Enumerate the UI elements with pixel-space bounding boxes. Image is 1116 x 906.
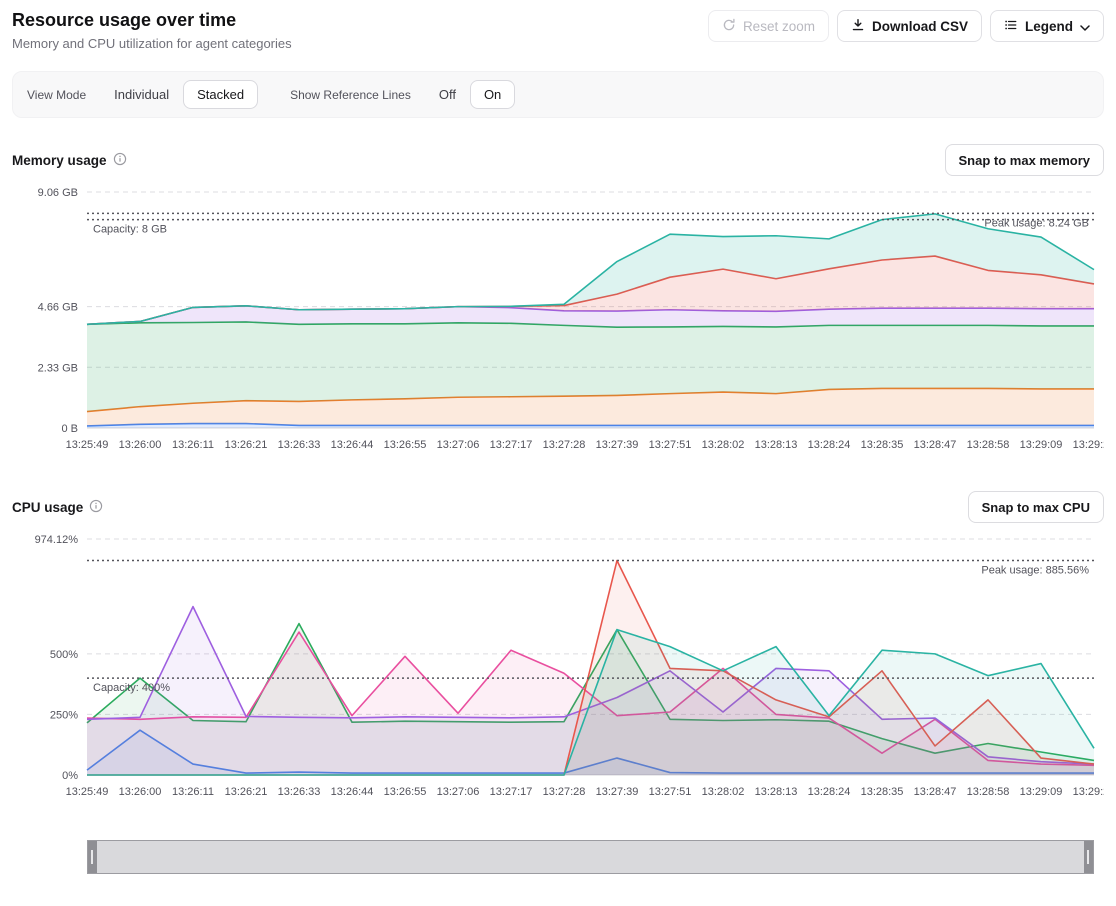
svg-text:0%: 0%: [62, 770, 78, 782]
cpu-section-header: CPU usage Snap to max CPU: [12, 491, 1104, 523]
controls-bar: View Mode Individual Stacked Show Refere…: [12, 71, 1104, 118]
svg-text:13:28:24: 13:28:24: [808, 439, 851, 451]
svg-text:4.66 GB: 4.66 GB: [38, 302, 78, 314]
svg-text:13:26:44: 13:26:44: [331, 786, 374, 798]
svg-text:13:27:51: 13:27:51: [649, 439, 692, 451]
svg-text:2.33 GB: 2.33 GB: [38, 362, 78, 374]
svg-text:13:27:51: 13:27:51: [649, 786, 692, 798]
svg-text:13:25:49: 13:25:49: [66, 786, 109, 798]
svg-text:13:27:17: 13:27:17: [490, 439, 533, 451]
refresh-icon: [722, 18, 736, 35]
reference-lines-on[interactable]: On: [470, 80, 515, 109]
svg-text:13:27:28: 13:27:28: [543, 786, 586, 798]
snap-max-memory-button[interactable]: Snap to max memory: [945, 144, 1105, 176]
svg-text:13:28:24: 13:28:24: [808, 786, 851, 798]
svg-text:13:27:06: 13:27:06: [437, 786, 480, 798]
top-bar: Resource usage over time Memory and CPU …: [12, 10, 1104, 51]
snap-max-cpu-button[interactable]: Snap to max CPU: [968, 491, 1104, 523]
svg-text:13:27:06: 13:27:06: [437, 439, 480, 451]
svg-text:Capacity: 8 GB: Capacity: 8 GB: [93, 224, 167, 236]
svg-text:13:25:49: 13:25:49: [66, 439, 109, 451]
brush-handle-right[interactable]: [1084, 841, 1093, 873]
reference-lines-label: Show Reference Lines: [290, 88, 411, 102]
cpu-section-title-group: CPU usage: [12, 499, 103, 516]
svg-text:500%: 500%: [50, 649, 78, 661]
legend-label: Legend: [1025, 19, 1073, 34]
info-icon[interactable]: [113, 152, 127, 169]
svg-text:13:29:24: 13:29:24: [1073, 439, 1104, 451]
svg-text:Capacity: 400%: Capacity: 400%: [93, 682, 170, 694]
svg-text:9.06 GB: 9.06 GB: [38, 187, 78, 199]
info-icon[interactable]: [89, 499, 103, 516]
svg-text:13:26:44: 13:26:44: [331, 439, 374, 451]
svg-text:13:27:39: 13:27:39: [596, 439, 639, 451]
svg-text:13:29:09: 13:29:09: [1020, 439, 1063, 451]
svg-text:13:26:21: 13:26:21: [225, 439, 268, 451]
svg-text:13:28:02: 13:28:02: [702, 786, 745, 798]
svg-text:13:26:33: 13:26:33: [278, 439, 321, 451]
memory-section-header: Memory usage Snap to max memory: [12, 144, 1104, 176]
legend-button[interactable]: Legend: [990, 10, 1104, 42]
svg-text:13:28:35: 13:28:35: [861, 786, 904, 798]
zoom-brush[interactable]: [87, 840, 1094, 874]
header-actions: Reset zoom Download CSV Legend: [708, 10, 1104, 42]
cpu-chart[interactable]: 974.12% 500% 250% 0% Capacity: 400% Peak usag…: [12, 527, 1104, 812]
view-mode-individual[interactable]: Individual: [100, 80, 183, 109]
page-title: Resource usage over time: [12, 10, 292, 31]
svg-text:13:26:21: 13:26:21: [225, 786, 268, 798]
svg-text:13:27:28: 13:27:28: [543, 439, 586, 451]
svg-text:13:26:00: 13:26:00: [119, 439, 162, 451]
page-subtitle: Memory and CPU utilization for agent cat…: [12, 36, 292, 51]
download-icon: [851, 18, 865, 35]
download-csv-button[interactable]: Download CSV: [837, 10, 982, 42]
svg-text:13:26:11: 13:26:11: [172, 439, 214, 451]
svg-text:13:26:00: 13:26:00: [119, 786, 162, 798]
svg-text:Peak usage: 885.56%: Peak usage: 885.56%: [981, 564, 1089, 576]
svg-text:13:28:35: 13:28:35: [861, 439, 904, 451]
view-mode-label: View Mode: [27, 88, 86, 102]
brush-handle-left[interactable]: [88, 841, 97, 873]
svg-text:13:27:17: 13:27:17: [490, 786, 533, 798]
memory-chart[interactable]: 9.06 GB 4.66 GB 2.33 GB 0 B Capacity: 8 GB Pe…: [12, 180, 1104, 465]
svg-text:Peak usage: 8.24 GB: Peak usage: 8.24 GB: [984, 217, 1089, 229]
svg-text:13:28:47: 13:28:47: [914, 439, 957, 451]
svg-text:13:26:11: 13:26:11: [172, 786, 214, 798]
title-block: Resource usage over time Memory and CPU …: [12, 10, 292, 51]
svg-text:13:26:55: 13:26:55: [384, 786, 427, 798]
cpu-section-title: CPU usage: [12, 500, 83, 515]
svg-text:13:26:33: 13:26:33: [278, 786, 321, 798]
svg-text:13:28:58: 13:28:58: [967, 439, 1010, 451]
memory-section-title-group: Memory usage: [12, 152, 127, 169]
svg-text:13:26:55: 13:26:55: [384, 439, 427, 451]
svg-text:13:28:13: 13:28:13: [755, 786, 798, 798]
svg-text:0 B: 0 B: [61, 423, 78, 435]
memory-section-title: Memory usage: [12, 153, 107, 168]
svg-text:974.12%: 974.12%: [35, 534, 79, 546]
reset-zoom-label: Reset zoom: [743, 19, 815, 34]
svg-text:13:28:47: 13:28:47: [914, 786, 957, 798]
svg-text:13:29:24: 13:29:24: [1073, 786, 1104, 798]
chevron-down-icon: [1080, 19, 1090, 34]
svg-text:13:28:02: 13:28:02: [702, 439, 745, 451]
svg-text:250%: 250%: [50, 709, 78, 721]
reference-lines-off[interactable]: Off: [425, 80, 470, 109]
svg-text:13:29:09: 13:29:09: [1020, 786, 1063, 798]
svg-text:13:28:58: 13:28:58: [967, 786, 1010, 798]
brush-track[interactable]: [97, 841, 1084, 873]
dashboard: Resource usage over time Memory and CPU …: [0, 0, 1116, 884]
download-csv-label: Download CSV: [872, 19, 968, 34]
svg-text:13:28:13: 13:28:13: [755, 439, 798, 451]
svg-text:13:27:39: 13:27:39: [596, 786, 639, 798]
view-mode-stacked[interactable]: Stacked: [183, 80, 258, 109]
legend-list-icon: [1004, 18, 1018, 35]
reset-zoom-button[interactable]: Reset zoom: [708, 10, 829, 42]
